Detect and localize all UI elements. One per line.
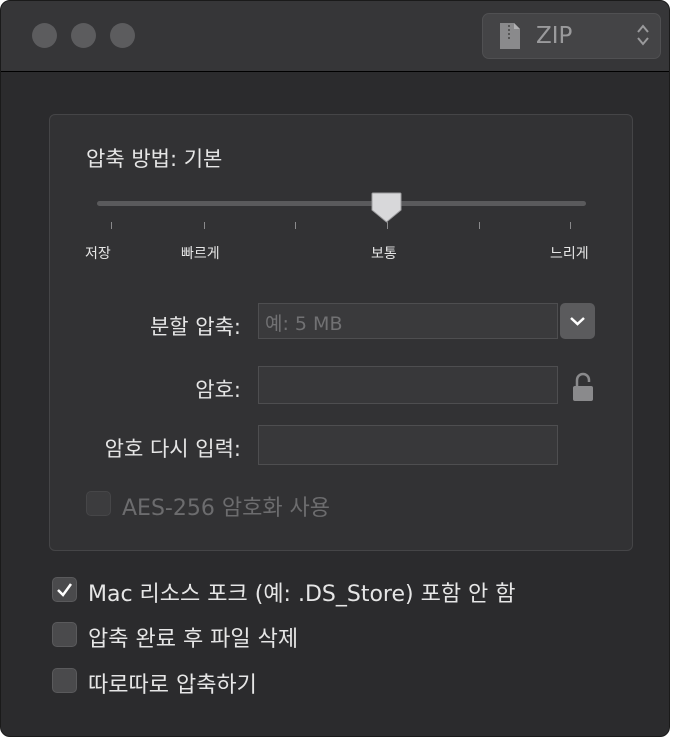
title-bar: ZIP (1, 1, 669, 72)
slider-tick (295, 222, 296, 229)
slider-tick (111, 222, 112, 229)
checkmark-icon (57, 583, 73, 597)
slider-tick (387, 222, 388, 229)
exclude-resource-fork-checkbox[interactable] (52, 577, 77, 602)
zip-file-icon (500, 23, 520, 49)
exclude-resource-fork-label: Mac 리소스 포크 (예: .DS_Store) 포함 안 함 (88, 582, 516, 607)
compression-slider[interactable] (97, 201, 586, 206)
slider-tick (204, 222, 205, 229)
encryption-options-panel: 압축 방법: 기본 저장 빠르게 보통 느리게 분할 압축: 예: 5 MB 암… (49, 114, 633, 551)
archive-options-window: ZIP 압축 방법: 기본 저장 빠르게 보통 느리게 분할 압축: 예: 5 … (0, 0, 670, 737)
level-label-fast: 빠르게 (181, 246, 220, 262)
delete-after-compress-label: 압축 완료 후 파일 삭제 (88, 627, 299, 652)
compression-method-label: 압축 방법: 기본 (86, 147, 223, 171)
password-field[interactable] (258, 366, 558, 404)
zoom-window-button[interactable] (110, 23, 135, 48)
up-down-chevron-icon (637, 24, 649, 46)
delete-after-compress-checkbox[interactable] (52, 622, 77, 647)
slider-tick (570, 222, 571, 229)
password-confirm-field[interactable] (258, 425, 558, 465)
format-select[interactable]: ZIP (482, 13, 661, 59)
chevron-down-icon (570, 317, 585, 326)
aes-256-label: AES-256 암호화 사용 (122, 496, 331, 521)
compress-separately-label: 따로따로 압축하기 (88, 673, 257, 698)
password-confirm-label: 암호 다시 입력: (104, 437, 241, 461)
close-window-button[interactable] (32, 23, 57, 48)
level-label-store: 저장 (85, 246, 111, 262)
password-label: 암호: (195, 378, 241, 402)
level-label-normal: 보통 (371, 246, 397, 262)
split-label: 분할 압축: (149, 315, 241, 339)
split-size-input[interactable]: 예: 5 MB (258, 303, 558, 339)
level-label-slow: 느리게 (550, 246, 589, 262)
aes-256-checkbox[interactable] (86, 491, 111, 516)
compression-slider-thumb[interactable] (370, 191, 403, 224)
slider-tick (479, 222, 480, 229)
lock-icon[interactable] (571, 371, 595, 403)
compress-separately-checkbox[interactable] (52, 668, 77, 693)
minimize-window-button[interactable] (71, 23, 96, 48)
split-size-placeholder: 예: 5 MB (265, 313, 343, 335)
split-size-dropdown-button[interactable] (560, 303, 595, 339)
format-value: ZIP (536, 23, 573, 49)
